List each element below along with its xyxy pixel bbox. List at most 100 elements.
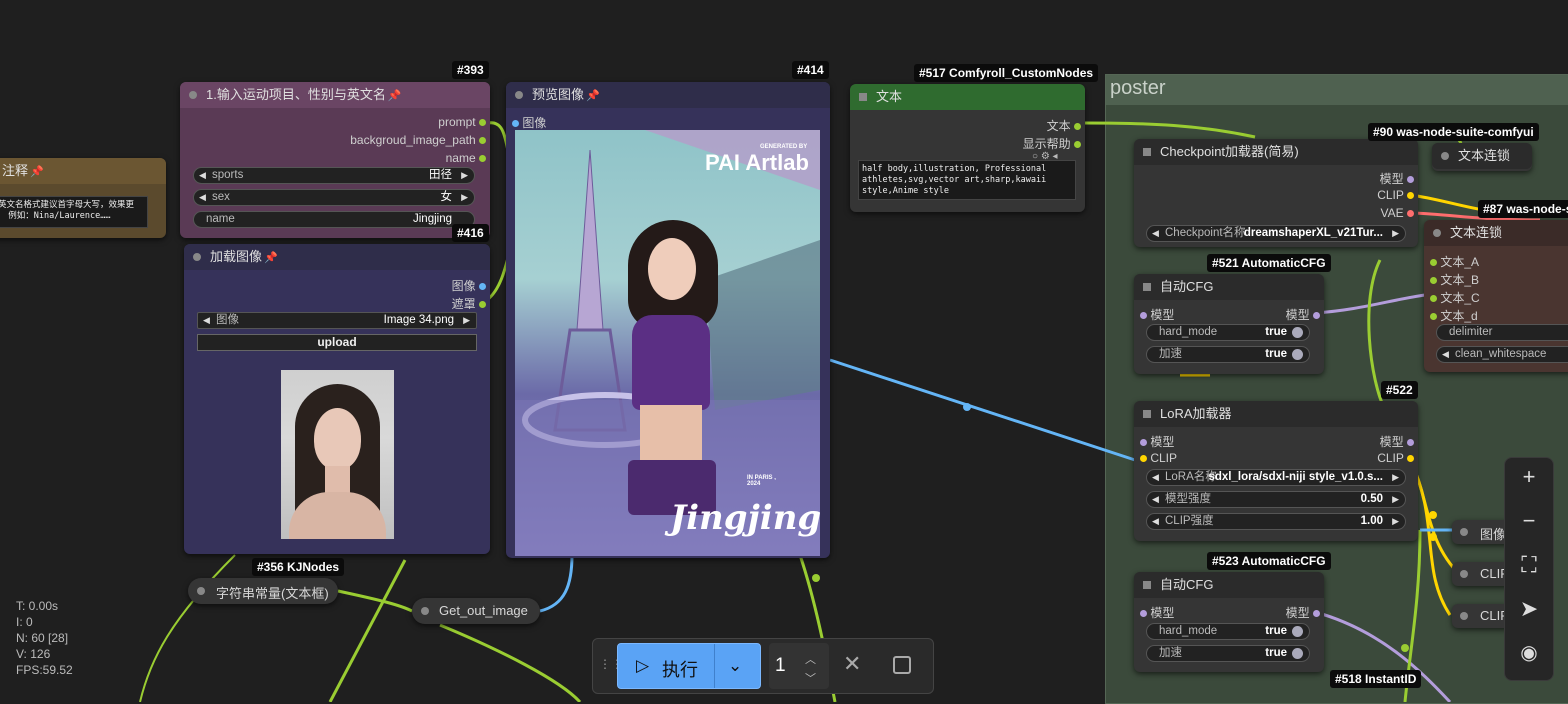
model-strength-slider[interactable]: ◀ 模型强度 0.50 ▶ — [1146, 491, 1406, 508]
collapse-dot-icon[interactable] — [859, 93, 867, 101]
output-name[interactable]: name — [446, 151, 486, 165]
comment-node[interactable]: 注释 📌 英文名格式建议首字母大写，效果更 例如：Nina/Laurence…… — [0, 158, 166, 238]
hard-mode-toggle[interactable]: hard_mode true — [1146, 324, 1310, 341]
text-concat-node-87-header[interactable]: 文本连锁 — [1424, 220, 1568, 246]
pin-icon[interactable]: 📌 — [264, 252, 278, 264]
input-clip[interactable]: CLIP — [1140, 451, 1177, 465]
graph-canvas[interactable]: poster 注释 📌 英文名格式建议首字母大写，效果更 例如：Nina/Lau… — [0, 0, 1568, 704]
zoom-out-icon[interactable]: − — [1505, 508, 1553, 534]
upload-button[interactable]: upload — [197, 334, 477, 351]
output-dot[interactable] — [1313, 610, 1320, 618]
output-dot[interactable] — [479, 155, 486, 163]
input-text-a[interactable]: 文本_A — [1430, 253, 1479, 270]
checkpoint-loader-node[interactable]: Checkpoint加载器(简易) 模型 CLIP VAE ◀ Checkpoin… — [1134, 139, 1418, 247]
checkpoint-loader-node-header[interactable]: Checkpoint加载器(简易) — [1134, 139, 1418, 165]
input-model[interactable]: 模型 — [1140, 433, 1174, 450]
arrow-left-icon[interactable]: ◀ — [199, 168, 206, 183]
input-dot[interactable] — [1140, 312, 1147, 320]
arrow-left-icon[interactable]: ◀ — [1152, 470, 1159, 485]
chevron-up-icon[interactable]: ︿ — [805, 651, 816, 667]
text-concat-node-87[interactable]: 文本连锁 文本_A 文本_B 文本_C 文本_d delimiter ◀ clea… — [1424, 220, 1568, 372]
comment-textarea[interactable]: 英文名格式建议首字母大写，效果更 例如：Nina/Laurence…… — [0, 196, 148, 228]
load-image-node-header[interactable]: 加载图像 📌 — [184, 244, 490, 270]
output-dot[interactable] — [479, 137, 486, 145]
output-dot[interactable] — [1407, 176, 1414, 184]
text-concat-node-90[interactable]: 文本连锁 — [1432, 143, 1532, 171]
sex-combo[interactable]: ◀ sex 女 ▶ — [193, 189, 475, 206]
lora-loader-node-header[interactable]: LoRA加载器 — [1134, 401, 1418, 427]
close-icon[interactable]: ✕ — [843, 651, 861, 677]
run-button[interactable]: ▷ 执行 — [618, 644, 715, 688]
stop-square-icon[interactable] — [893, 656, 911, 674]
output-dot[interactable] — [1313, 312, 1320, 320]
toggle-knob-icon[interactable] — [1292, 648, 1303, 659]
input-text-b[interactable]: 文本_B — [1430, 271, 1479, 288]
auto-cfg-node-523[interactable]: 自动CFG 模型 模型 hard_mode true 加速 true — [1134, 572, 1324, 672]
input-model[interactable]: 模型 — [1140, 306, 1174, 323]
collapse-dot-icon[interactable] — [515, 91, 523, 99]
image-combo[interactable]: ◀ 图像 Image 34.png ▶ — [197, 312, 477, 329]
speedup-toggle[interactable]: 加速 true — [1146, 346, 1310, 363]
collapse-dot-icon[interactable] — [1143, 148, 1151, 156]
arrow-right-icon[interactable]: ▶ — [463, 313, 470, 328]
collapse-dot-icon[interactable] — [189, 91, 197, 99]
output-text[interactable]: 文本 — [1047, 117, 1081, 134]
zoom-in-icon[interactable]: + — [1505, 464, 1553, 490]
hard-mode-toggle[interactable]: hard_mode true — [1146, 623, 1310, 640]
input-dot[interactable] — [1430, 313, 1437, 321]
output-mask[interactable]: 遮罩 — [452, 295, 486, 312]
preview-image-node[interactable]: 预览图像📌 图像 GENERATED BY PAI Artlab IN PAR — [506, 82, 830, 558]
get-out-image-node[interactable]: Get_out_image — [412, 598, 540, 624]
toggle-knob-icon[interactable] — [1292, 626, 1303, 637]
partial-node-clip-1[interactable]: CLIP — [1452, 562, 1512, 586]
collapse-dot-icon[interactable] — [1433, 229, 1441, 237]
arrow-right-icon[interactable]: ▶ — [1392, 492, 1399, 507]
sports-input-node-header[interactable]: 1.输入运动项目、性别与英文名 📌 — [180, 82, 490, 108]
collapse-dot-icon[interactable] — [1143, 410, 1151, 418]
auto-cfg-node-523-header[interactable]: 自动CFG — [1134, 572, 1324, 598]
lora-name-combo[interactable]: ◀ LoRA名称 sdxl_lora/sdxl-niji style_v1.0.s.… — [1146, 469, 1406, 486]
output-image[interactable]: 图像 — [452, 277, 486, 294]
string-constant-node[interactable]: 字符串常量(文本框) — [188, 578, 338, 604]
batch-count-stepper[interactable]: 1 ︿ ﹀ — [769, 643, 829, 689]
arrow-right-icon[interactable]: ▶ — [461, 190, 468, 205]
arrow-right-icon[interactable]: ▶ — [1392, 470, 1399, 485]
checkpoint-name-combo[interactable]: ◀ Checkpoint名称 dreamshaperXL_v21Tur... ▶ — [1146, 225, 1406, 242]
prompt-textarea[interactable]: half body,illustration, Professional ath… — [858, 160, 1076, 200]
collapse-dot-icon[interactable] — [193, 253, 201, 261]
collapse-dot-icon[interactable] — [1460, 612, 1468, 620]
output-model[interactable]: 模型 — [1380, 170, 1414, 187]
arrow-left-icon[interactable]: ◀ — [1442, 347, 1449, 362]
input-dot[interactable] — [1140, 439, 1147, 447]
auto-cfg-node-521[interactable]: 自动CFG 模型 模型 hard_mode true 加速 true — [1134, 274, 1324, 374]
sports-combo[interactable]: ◀ sports 田径 ▶ — [193, 167, 475, 184]
arrow-left-icon[interactable]: ◀ — [199, 190, 206, 205]
input-dot[interactable] — [1140, 455, 1147, 463]
output-dot[interactable] — [1407, 439, 1414, 447]
partial-node-image[interactable]: 图像 — [1452, 520, 1512, 544]
load-image-node[interactable]: 加载图像 📌 图像 遮罩 ◀ 图像 Image 34.png ▶ upload — [184, 244, 490, 554]
output-dot[interactable] — [1407, 192, 1414, 200]
output-dot[interactable] — [1407, 455, 1414, 463]
input-text-d[interactable]: 文本_d — [1430, 307, 1478, 324]
input-dot[interactable] — [1430, 277, 1437, 285]
collapse-dot-icon[interactable] — [1460, 528, 1468, 536]
batch-count-value[interactable]: 1 — [775, 655, 786, 677]
output-dot[interactable] — [1407, 210, 1414, 218]
output-model[interactable]: 模型 — [1286, 306, 1320, 323]
arrow-left-icon[interactable]: ◀ — [1152, 226, 1159, 241]
collapse-dot-icon[interactable] — [1143, 283, 1151, 291]
delimiter-field[interactable]: delimiter — [1436, 324, 1568, 341]
arrow-right-icon[interactable]: ▶ — [1392, 514, 1399, 529]
auto-cfg-node-521-header[interactable]: 自动CFG — [1134, 274, 1324, 300]
text-concat-node-90-header[interactable]: 文本连锁 — [1432, 143, 1532, 169]
chevron-down-icon[interactable]: ⌄ — [728, 656, 742, 676]
arrow-right-icon[interactable]: ▶ — [1392, 226, 1399, 241]
sports-input-node[interactable]: 1.输入运动项目、性别与英文名 📌 prompt backgroud_image_… — [180, 82, 490, 238]
toggle-knob-icon[interactable] — [1292, 327, 1303, 338]
eye-icon[interactable]: ◉ — [1505, 640, 1553, 665]
output-dot[interactable] — [479, 119, 486, 127]
collapse-dot-icon[interactable] — [421, 607, 429, 615]
collapse-dot-icon[interactable] — [197, 587, 205, 595]
text-node-header[interactable]: 文本 — [850, 84, 1085, 110]
